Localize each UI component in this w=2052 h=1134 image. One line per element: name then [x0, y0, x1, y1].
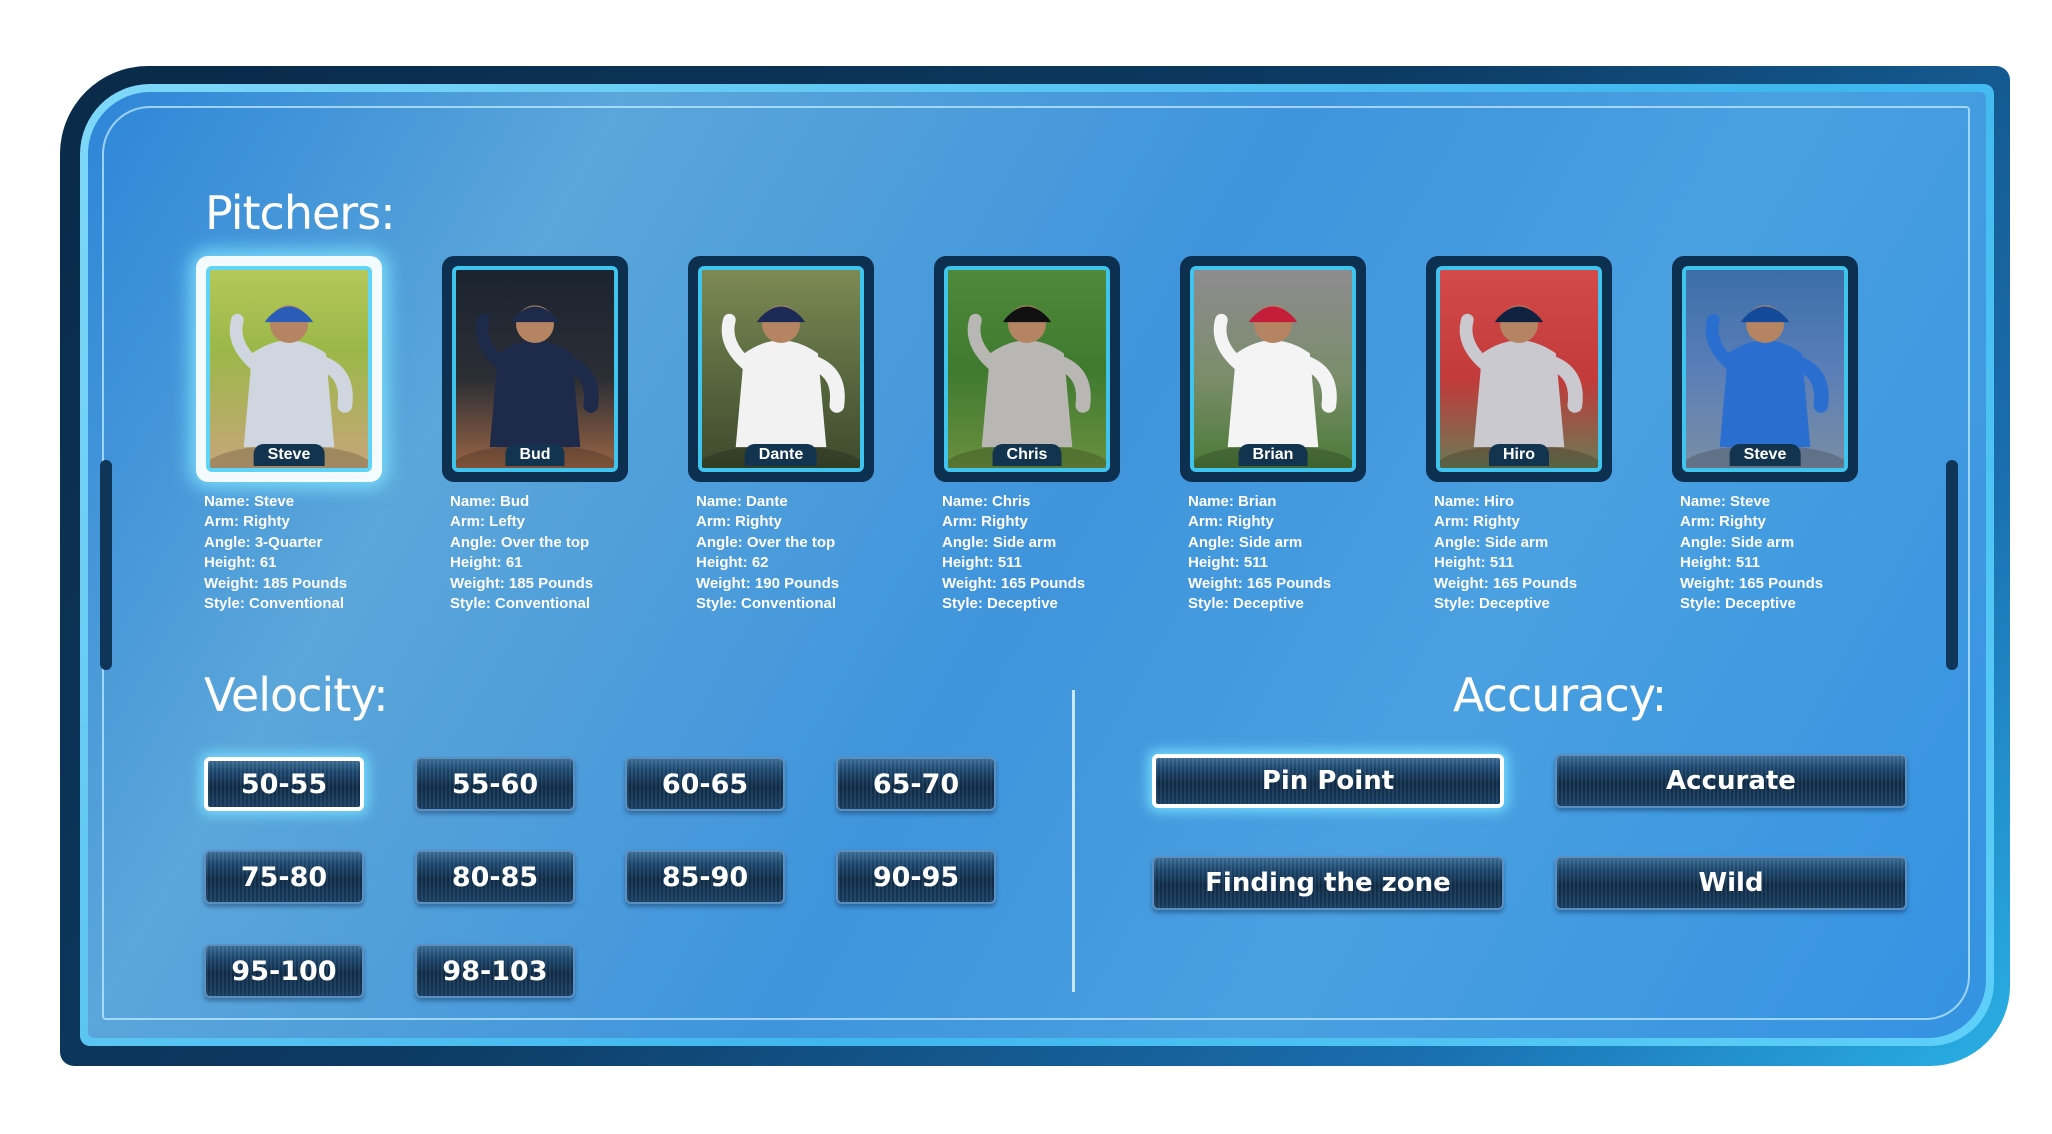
pitcher-card-4[interactable]: Chris: [934, 256, 1120, 482]
left-side-tab: [100, 460, 112, 670]
pitcher-weight-line: Weight: 185 Pounds: [204, 574, 348, 592]
pitcher-style-line: Style: Deceptive: [1434, 595, 1550, 613]
velocity-button-75-80[interactable]: 75-80: [204, 850, 364, 904]
pitcher-name-line: Name: Chris: [942, 493, 1031, 510]
pitcher-name-line: Name: Steve: [1680, 493, 1771, 510]
velocity-button-65-70[interactable]: 65-70: [836, 757, 996, 811]
pitcher-photo: [1440, 270, 1598, 468]
pitcher-weight-line: Weight: 190 Pounds: [696, 574, 840, 592]
pitcher-info-1: Name: Steve Arm: Righty Angle: 3-Quarter…: [204, 492, 414, 614]
pitcher-weight-line: Weight: 185 Pounds: [450, 574, 594, 592]
pitcher-card-label: Steve: [253, 444, 325, 466]
pitcher-height-line: Height: 511: [1434, 554, 1515, 572]
pitcher-info-2: Name: Bud Arm: Lefty Angle: Over the top…: [450, 492, 660, 614]
pitcher-card-5[interactable]: Brian: [1180, 256, 1366, 482]
pitcher-weight-line: Weight: 165 Pounds: [1680, 574, 1824, 592]
pitcher-info-4: Name: Chris Arm: Righty Angle: Side arm …: [942, 492, 1152, 614]
velocity-button-80-85[interactable]: 80-85: [415, 850, 575, 904]
pitcher-weight-line: Weight: 165 Pounds: [942, 574, 1086, 592]
pitcher-card-frame: Steve: [206, 266, 372, 472]
pitcher-info-5: Name: Brian Arm: Righty Angle: Side arm …: [1188, 492, 1398, 614]
pitcher-arm-line: Arm: Righty: [1188, 513, 1274, 531]
pitcher-arm-line: Arm: Righty: [1680, 513, 1766, 531]
pitcher-photo: [1686, 270, 1844, 468]
pitcher-card-label: Steve: [1729, 444, 1801, 466]
pitcher-arm-line: Arm: Righty: [204, 513, 290, 531]
pitcher-name-line: Name: Dante: [696, 493, 788, 510]
section-divider: [1072, 690, 1075, 992]
pitcher-style-line: Style: Conventional: [696, 595, 837, 613]
pitcher-weight-line: Weight: 165 Pounds: [1188, 574, 1332, 592]
pitcher-height-line: Height: 511: [1680, 554, 1761, 572]
pitcher-card-6[interactable]: Hiro: [1426, 256, 1612, 482]
pitcher-card-frame: Chris: [944, 266, 1110, 472]
pitcher-name-line: Name: Brian: [1188, 493, 1277, 510]
pitcher-info-3: Name: Dante Arm: Righty Angle: Over the …: [696, 492, 906, 614]
pitcher-card-frame: Bud: [452, 266, 618, 472]
pitcher-style-line: Style: Deceptive: [1188, 595, 1304, 613]
velocity-button-55-60[interactable]: 55-60: [415, 757, 575, 811]
pitcher-card-label: Brian: [1238, 444, 1308, 466]
pitcher-arm-line: Arm: Righty: [942, 513, 1028, 531]
right-side-tab: [1946, 460, 1958, 670]
pitcher-angle-line: Angle: Side arm: [1680, 533, 1795, 551]
pitcher-photo: [210, 270, 368, 468]
pitcher-angle-line: Angle: Over the top: [450, 533, 590, 551]
pitcher-card-2[interactable]: Bud: [442, 256, 628, 482]
accuracy-heading: Accuracy:: [1453, 668, 1667, 722]
pitcher-card-frame: Brian: [1190, 266, 1356, 472]
pitcher-info-7: Name: Steve Arm: Righty Angle: Side arm …: [1680, 492, 1890, 614]
pitcher-card-frame: Dante: [698, 266, 864, 472]
velocity-button-85-90[interactable]: 85-90: [625, 850, 785, 904]
pitcher-photo: [948, 270, 1106, 468]
pitcher-card-label: Dante: [744, 444, 818, 466]
velocity-button-90-95[interactable]: 90-95: [836, 850, 996, 904]
velocity-button-98-103[interactable]: 98-103: [415, 944, 575, 998]
accuracy-button-pin-point[interactable]: Pin Point: [1152, 754, 1504, 808]
pitcher-name-line: Name: Steve: [204, 493, 295, 510]
pitcher-height-line: Height: 511: [1188, 554, 1269, 572]
pitcher-height-line: Height: 511: [942, 554, 1023, 572]
pitcher-style-line: Style: Conventional: [204, 595, 345, 613]
accuracy-button-accurate[interactable]: Accurate: [1555, 754, 1907, 808]
pitcher-arm-line: Arm: Lefty: [450, 513, 526, 531]
pitcher-height-line: Height: 62: [696, 554, 769, 572]
pitcher-photo: [702, 270, 860, 468]
pitchers-heading: Pitchers:: [205, 186, 396, 240]
pitcher-height-line: Height: 61: [450, 554, 523, 572]
velocity-heading: Velocity:: [204, 668, 389, 722]
velocity-button-50-55[interactable]: 50-55: [204, 757, 364, 811]
pitcher-card-frame: Hiro: [1436, 266, 1602, 472]
pitcher-card-7[interactable]: Steve: [1672, 256, 1858, 482]
pitcher-angle-line: Angle: 3-Quarter: [204, 533, 323, 551]
accuracy-button-wild[interactable]: Wild: [1555, 856, 1907, 910]
pitcher-arm-line: Arm: Righty: [1434, 513, 1520, 531]
pitcher-weight-line: Weight: 165 Pounds: [1434, 574, 1578, 592]
pitcher-style-line: Style: Deceptive: [942, 595, 1058, 613]
pitcher-angle-line: Angle: Side arm: [942, 533, 1057, 551]
pitcher-name-line: Name: Hiro: [1434, 493, 1515, 510]
pitcher-height-line: Height: 61: [204, 554, 277, 572]
pitcher-photo: [1194, 270, 1352, 468]
pitcher-photo: [456, 270, 614, 468]
pitcher-card-1[interactable]: Steve: [196, 256, 382, 482]
velocity-button-60-65[interactable]: 60-65: [625, 757, 785, 811]
velocity-button-95-100[interactable]: 95-100: [204, 944, 364, 998]
pitcher-card-label: Bud: [505, 444, 565, 466]
pitcher-card-frame: Steve: [1682, 266, 1848, 472]
pitcher-info-6: Name: Hiro Arm: Righty Angle: Side arm H…: [1434, 492, 1644, 614]
accuracy-button-finding-the-zone[interactable]: Finding the zone: [1152, 856, 1504, 910]
pitcher-style-line: Style: Conventional: [450, 595, 591, 613]
pitcher-card-label: Chris: [992, 444, 1062, 466]
pitcher-angle-line: Angle: Side arm: [1188, 533, 1303, 551]
pitcher-name-line: Name: Bud: [450, 493, 530, 510]
pitcher-angle-line: Angle: Over the top: [696, 533, 836, 551]
pitcher-card-label: Hiro: [1489, 444, 1549, 466]
pitcher-style-line: Style: Deceptive: [1680, 595, 1796, 613]
pitcher-card-3[interactable]: Dante: [688, 256, 874, 482]
pitcher-arm-line: Arm: Righty: [696, 513, 782, 531]
pitcher-angle-line: Angle: Side arm: [1434, 533, 1549, 551]
